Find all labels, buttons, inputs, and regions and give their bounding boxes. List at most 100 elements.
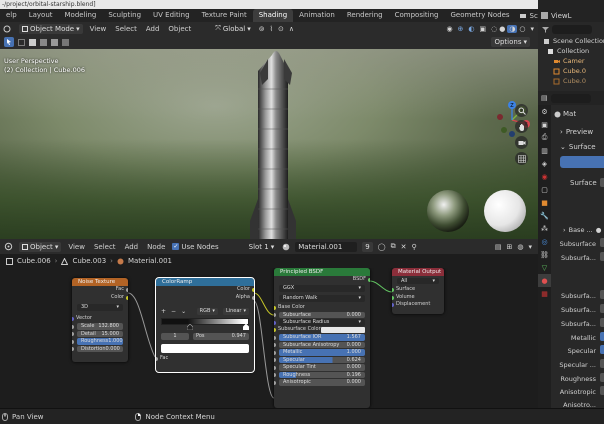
material-name-field[interactable]: Material.001 [295,241,358,252]
material-users-count[interactable]: 9 [362,241,373,252]
tab-uv-editing[interactable]: UV Editing [147,9,196,22]
ramp-interpolation[interactable]: Linear ▾ [222,307,249,315]
tool-tab-icon[interactable]: ⚙ [538,105,551,118]
overlay-toggle-icon[interactable]: ◐ [468,25,474,33]
tab-modeling[interactable]: Modeling [59,9,103,22]
pivot-icon[interactable]: ⊚ [259,25,265,33]
zoom-icon[interactable] [515,104,528,117]
breadcrumb-item[interactable]: Cube.003 [72,257,106,265]
input-socket[interactable] [156,357,158,361]
color-ramp-node[interactable]: ColorRamp Color Alpha + − ⌄ RGB ▾ Linear ▾… [155,277,255,373]
properties-editor-icon[interactable]: ▤ [541,94,548,102]
world-tab-icon[interactable]: ◉ [538,170,551,183]
viewlayer-name[interactable]: ViewL [551,12,572,20]
outliner-search[interactable] [552,24,592,34]
prop-field[interactable] [600,304,604,313]
principled-bsdf-node[interactable]: Principled BSDF BSDF GGX ▾ Random Walk ▾ B… [274,268,370,408]
input-socket[interactable] [274,350,276,355]
output-socket[interactable] [126,288,128,292]
prop-field[interactable] [600,345,604,354]
falloff-icon[interactable]: ∧ [289,25,294,33]
scene-icon[interactable] [518,11,528,21]
surface-shader-field[interactable] [600,178,604,187]
outliner-item-cube[interactable]: Cube.0 [543,76,604,86]
viewport-menu-view[interactable]: View [88,25,109,33]
backdrop-icon[interactable]: ▤ [495,243,502,251]
visibility-icon[interactable]: ◉ [446,25,452,33]
ramp-stop-handle-active[interactable] [243,324,249,330]
snap-node-icon[interactable]: ⊞ [507,243,513,251]
unlink-material-icon[interactable]: ✕ [401,243,407,251]
prop-field[interactable] [600,290,604,299]
subsurface-color-swatch[interactable] [321,327,365,333]
object-type-select[interactable]: Object ▾ [19,241,62,252]
noise-texture-node[interactable]: Noise Texture Fac Color 3D ▾ Vector Scale… [72,278,128,362]
tab-animation[interactable]: Animation [293,9,341,22]
bsdf-distribution-select[interactable]: GGX ▾ [279,285,365,292]
breadcrumb-item[interactable]: Material.001 [128,257,172,265]
material-shading-icon[interactable]: ◑ [507,24,518,33]
ramp-stop-position[interactable]: Pos 0.947 [193,332,249,340]
texture-tab-icon[interactable]: ▦ [538,287,551,300]
slot-select[interactable]: Slot 1 ▾ [246,242,278,252]
material-tab-icon[interactable]: ● [538,274,551,287]
noise-dimension-select[interactable]: 3D ▾ [77,304,123,311]
output-socket[interactable] [252,295,254,300]
tab-compositing[interactable]: Compositing [389,9,445,22]
node-menu-add[interactable]: Add [123,243,141,251]
wireframe-shading-icon[interactable]: ◌ [491,25,497,33]
prop-field[interactable] [600,359,604,368]
base-color-row[interactable]: › Base ... ● [563,226,601,234]
prop-field[interactable] [600,252,604,261]
input-socket[interactable] [274,373,276,377]
outliner-item-camera[interactable]: Camer [543,56,604,66]
properties-search[interactable] [550,93,591,103]
tab-sculpting[interactable]: Sculpting [102,9,147,22]
starship-model[interactable] [250,51,296,239]
grid-view-icon[interactable] [515,152,528,165]
input-socket[interactable] [392,303,394,307]
prop-field[interactable] [600,238,604,247]
tab-geometry-nodes[interactable]: Geometry Nodes [445,9,516,22]
particles-tab-icon[interactable]: ⁂ [538,222,551,235]
node-menu-view[interactable]: View [66,243,87,251]
ramp-color-mode[interactable]: RGB ▾ [196,307,218,315]
breadcrumb-item[interactable]: Cube.006 [17,257,51,265]
output-tab-icon[interactable]: ⎙ [538,131,551,144]
node-menu-node[interactable]: Node [145,243,167,251]
color-ramp-gradient[interactable] [161,317,249,331]
select-tool-icon[interactable] [4,37,14,47]
select-box-icon[interactable] [17,37,25,47]
physics-tab-icon[interactable]: ◎ [538,235,551,248]
select-intersect-icon[interactable] [61,37,69,47]
node-menu-select[interactable]: Select [92,243,118,251]
snap-icon[interactable]: ⌇ [270,25,273,33]
outliner-item-scene-collection[interactable]: Scene Collection [543,36,604,46]
tab-rendering[interactable]: Rendering [341,9,389,22]
outliner-item-collection[interactable]: Collection [543,46,604,56]
scene-tab-icon[interactable]: ◈ [538,157,551,170]
pan-hand-icon[interactable] [515,120,528,133]
input-socket[interactable] [274,358,276,362]
output-socket[interactable] [126,295,128,300]
tab-shading[interactable]: Shading [252,9,294,22]
input-socket[interactable] [274,328,276,332]
node-options-icon[interactable]: ▾ [528,243,532,251]
ramp-stop-color-swatch[interactable] [161,344,249,353]
fake-user-icon[interactable]: ◯ [378,243,386,251]
surface-panel-header[interactable]: ⌄ Surface [560,143,596,151]
input-socket[interactable] [72,324,74,329]
rendered-shading-icon[interactable]: ○ [519,25,525,33]
duplicate-material-icon[interactable]: ⧉ [391,242,396,251]
shading-options-icon[interactable]: ▾ [530,25,534,33]
object-mode-select[interactable]: Object Mode ▾ [19,23,83,34]
3d-viewport[interactable]: User Perspective (2) Collection | Cube.0… [0,49,538,239]
node-editor-canvas[interactable]: Noise Texture Fac Color 3D ▾ Vector Scale… [0,268,538,408]
ramp-stop-index[interactable]: 1 [161,332,189,340]
output-socket[interactable] [368,278,370,282]
material-sphere-icon[interactable] [282,243,290,251]
viewport-menu-add[interactable]: Add [144,25,162,33]
view-layer-tab-icon[interactable]: ▥ [538,144,551,157]
ramp-stop-handle[interactable] [187,324,193,330]
input-socket[interactable] [72,347,74,351]
